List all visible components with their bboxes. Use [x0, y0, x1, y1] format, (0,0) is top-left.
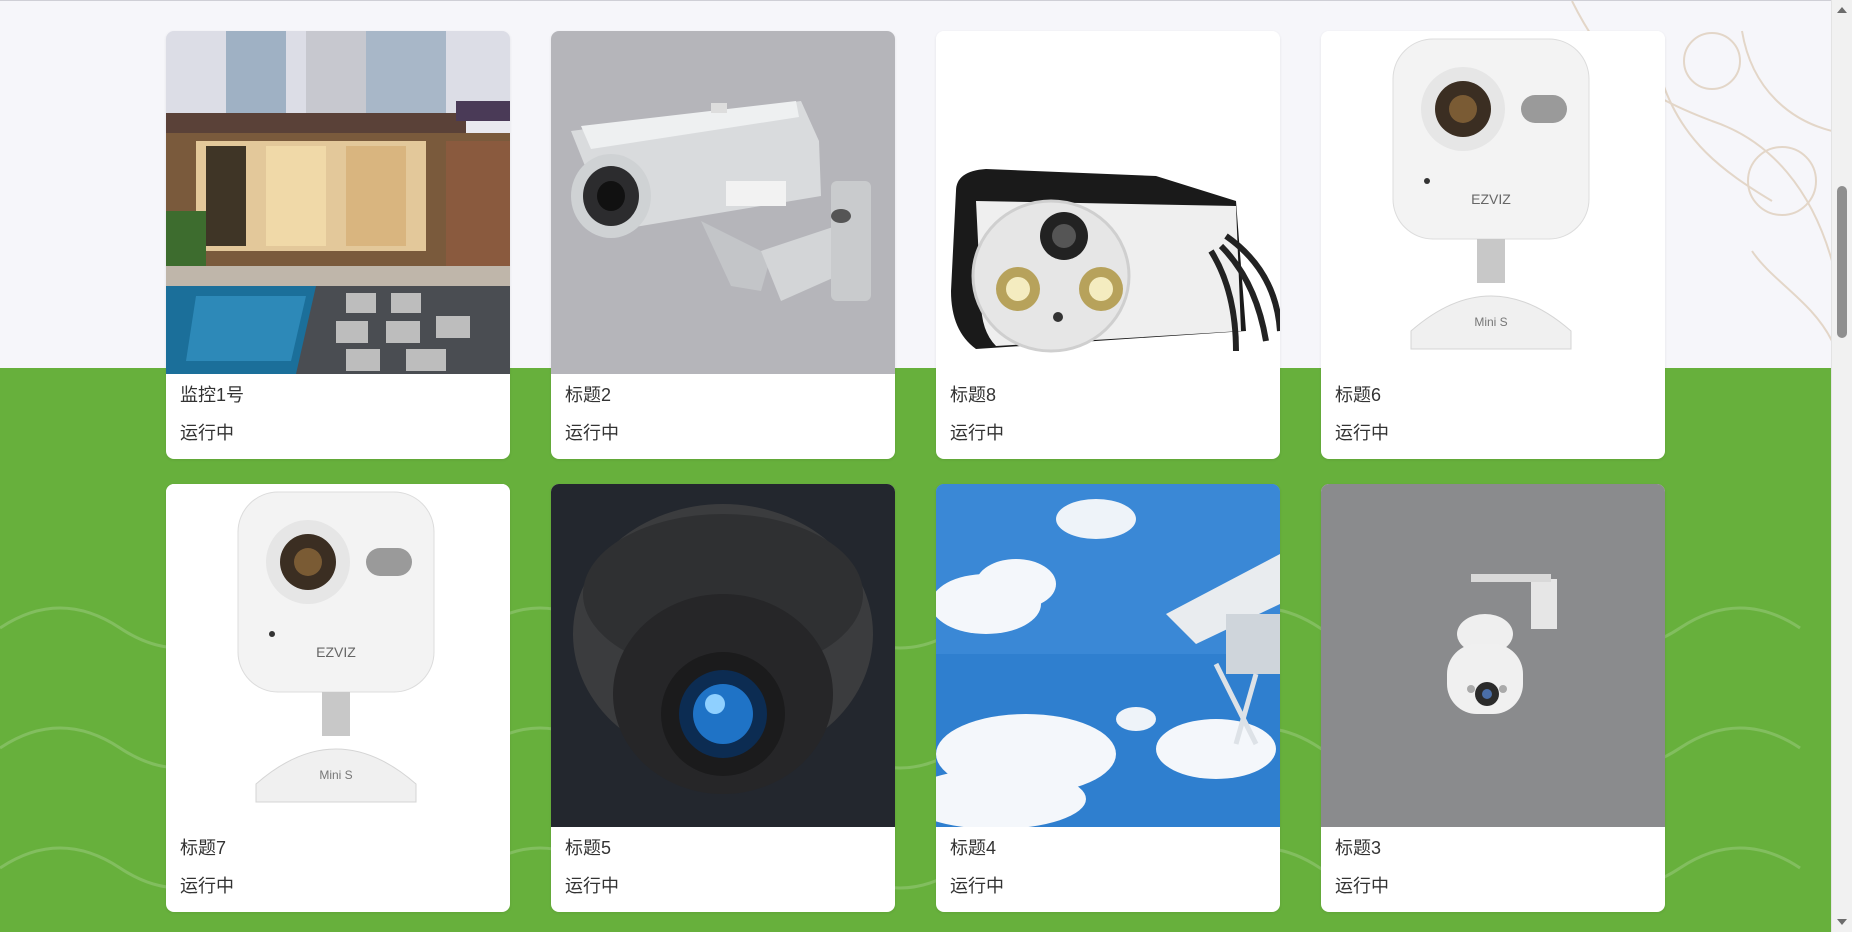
camera-thumbnail[interactable]: [1321, 484, 1665, 827]
camera-thumbnail[interactable]: EZVIZ Mini S: [1321, 31, 1665, 374]
camera-status: 运行中: [950, 876, 1004, 896]
box-camera-image: [936, 31, 1280, 374]
camera-thumbnail[interactable]: [166, 31, 510, 374]
camera-thumbnail[interactable]: [936, 484, 1280, 827]
camera-card[interactable]: 标题2 运行中: [551, 31, 895, 459]
camera-title[interactable]: 标题4: [950, 834, 996, 860]
camera-thumbnail[interactable]: [551, 31, 895, 374]
svg-text:EZVIZ: EZVIZ: [316, 644, 356, 660]
svg-text:Mini S: Mini S: [1474, 315, 1507, 329]
camera-card[interactable]: EZVIZ Mini S 标题6 运行中: [1321, 31, 1665, 459]
camera-status: 运行中: [1335, 876, 1389, 896]
camera-title[interactable]: 标题8: [950, 381, 996, 407]
courtyard-pool-image: [166, 31, 510, 374]
bullet-camera-image: [551, 31, 895, 374]
scrollbar-thumb[interactable]: [1837, 186, 1847, 338]
ezviz-mini-camera-image: EZVIZ Mini S: [166, 484, 510, 827]
camera-title[interactable]: 标题3: [1335, 834, 1381, 860]
svg-text:EZVIZ: EZVIZ: [1471, 191, 1511, 207]
camera-title[interactable]: 标题5: [565, 834, 611, 860]
camera-title[interactable]: 监控1号: [180, 381, 244, 407]
scroll-up-icon[interactable]: [1837, 7, 1847, 13]
camera-title[interactable]: 标题6: [1335, 381, 1381, 407]
camera-title[interactable]: 标题2: [565, 381, 611, 407]
camera-card[interactable]: 标题4 运行中: [936, 484, 1280, 912]
svg-text:Mini S: Mini S: [319, 768, 352, 782]
camera-thumbnail[interactable]: [551, 484, 895, 827]
camera-card[interactable]: 标题3 运行中: [1321, 484, 1665, 912]
scroll-down-icon[interactable]: [1837, 919, 1847, 925]
camera-status: 运行中: [1335, 423, 1389, 443]
camera-card[interactable]: EZVIZ Mini S 标题7 运行中: [166, 484, 510, 912]
camera-status: 运行中: [565, 876, 619, 896]
ezviz-mini-camera-image: EZVIZ Mini S: [1321, 31, 1665, 374]
camera-card[interactable]: 监控1号 运行中: [166, 31, 510, 459]
camera-card[interactable]: 标题8 运行中: [936, 31, 1280, 459]
camera-status: 运行中: [180, 876, 234, 896]
camera-status: 运行中: [950, 423, 1004, 443]
camera-card[interactable]: 标题5 运行中: [551, 484, 895, 912]
ptz-camera-image: [1321, 484, 1665, 827]
camera-thumbnail[interactable]: [936, 31, 1280, 374]
dome-camera-image: [551, 484, 895, 827]
camera-thumbnail[interactable]: EZVIZ Mini S: [166, 484, 510, 827]
camera-status: 运行中: [565, 423, 619, 443]
vertical-scrollbar[interactable]: [1831, 0, 1852, 932]
camera-title[interactable]: 标题7: [180, 834, 226, 860]
sky-camera-image: [936, 484, 1280, 827]
camera-status: 运行中: [180, 423, 234, 443]
